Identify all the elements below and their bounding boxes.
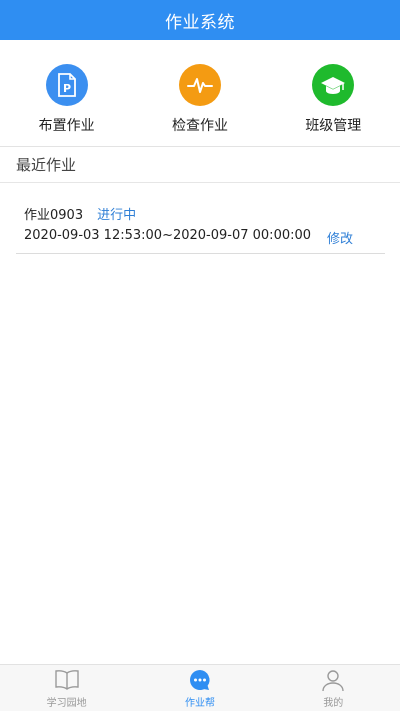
recent-homework-title: 最近作业 bbox=[16, 156, 77, 174]
homework-header-line: 作业0903 进行中 bbox=[24, 204, 136, 223]
nav-item-study[interactable]: 学习园地 bbox=[12, 668, 122, 709]
user-icon bbox=[321, 668, 345, 692]
bottom-nav: 学习园地 作业帮 我的 bbox=[0, 664, 400, 711]
status-badge: 进行中 bbox=[97, 208, 137, 223]
assign-homework-icon: P bbox=[45, 64, 88, 106]
homework-time-range: 2020-09-03 12:53:00~2020-09-07 00:00:00 bbox=[24, 228, 312, 243]
nav-label-homework-help: 作业帮 bbox=[184, 697, 215, 709]
page-title: 作业系统 bbox=[165, 12, 235, 33]
edit-link[interactable]: 修改 bbox=[327, 228, 353, 247]
assign-homework-button[interactable]: P 布置作业 bbox=[7, 64, 127, 135]
pulse-icon bbox=[178, 64, 221, 106]
list-item[interactable]: 作业0903 进行中 2020-09-03 12:53:00~2020-09-0… bbox=[16, 200, 385, 254]
book-icon bbox=[54, 668, 80, 692]
nav-item-profile[interactable]: 我的 bbox=[278, 668, 388, 709]
graduation-cap-icon bbox=[312, 64, 355, 106]
chat-bubble-icon bbox=[188, 668, 212, 692]
class-management-button[interactable]: 班级管理 bbox=[273, 64, 393, 135]
app-root: 作业系统 P 布置作业 检查作业 班级管理 最近作业 作业0903 进行中 20… bbox=[0, 0, 400, 711]
svg-text:P: P bbox=[63, 82, 71, 95]
class-management-label: 班级管理 bbox=[305, 118, 362, 134]
assign-homework-label: 布置作业 bbox=[38, 118, 95, 134]
nav-item-homework-help[interactable]: 作业帮 bbox=[145, 668, 255, 709]
nav-label-study: 学习园地 bbox=[46, 697, 87, 709]
nav-label-profile: 我的 bbox=[323, 697, 344, 709]
app-header: 作业系统 bbox=[0, 0, 400, 40]
action-grid: P 布置作业 检查作业 班级管理 bbox=[0, 40, 400, 146]
homework-time-line: 2020-09-03 12:53:00~2020-09-07 00:00:00 … bbox=[24, 228, 353, 247]
check-homework-label: 检查作业 bbox=[171, 118, 228, 134]
homework-name: 作业0903 bbox=[24, 208, 84, 223]
check-homework-button[interactable]: 检查作业 bbox=[140, 64, 260, 135]
recent-homework-header: 最近作业 bbox=[0, 147, 400, 183]
